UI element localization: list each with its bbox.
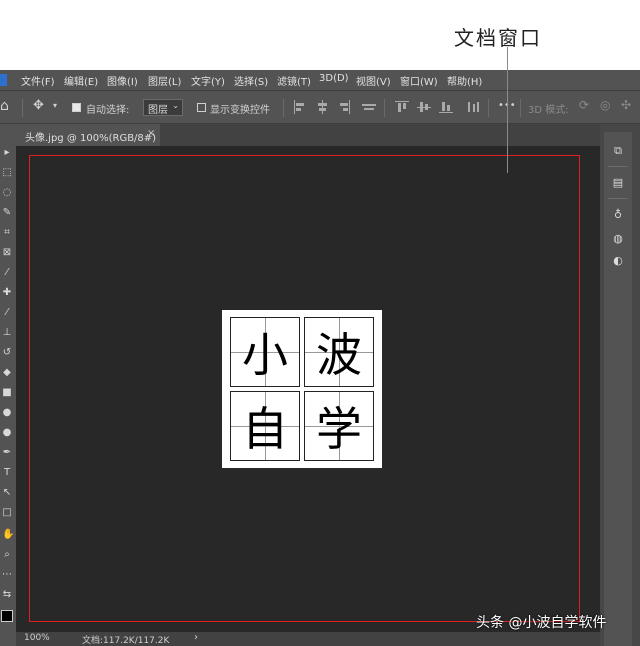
menu-edit[interactable]: 编辑(E) <box>64 73 98 88</box>
mode-3d-label: 3D 模式: <box>528 105 569 116</box>
document-tab-label: 头像.jpg @ 100%(RGB/8#) <box>25 133 157 144</box>
document-tab-bar: 头像.jpg @ 100%(RGB/8#) × <box>16 124 600 146</box>
move-tool-icon[interactable]: ✥ <box>33 98 44 113</box>
character: 波 <box>316 328 362 382</box>
document-window[interactable]: 小 波 自 学 <box>16 146 600 632</box>
close-icon[interactable]: × <box>147 128 155 139</box>
type-tool-icon[interactable]: T <box>2 468 12 478</box>
orbit-3d-icon[interactable]: ⟳ <box>579 98 589 112</box>
more-tools-icon[interactable]: ⋯ <box>2 570 12 580</box>
character-cell: 小 <box>230 317 300 387</box>
menu-view[interactable]: 视图(V) <box>356 73 391 88</box>
rectangle-tool-icon[interactable]: □ <box>2 508 12 518</box>
menu-3d[interactable]: 3D(D) <box>319 73 349 84</box>
eyedropper-tool-icon[interactable]: ⁄ <box>2 268 12 278</box>
frame-tool-icon[interactable]: ⊠ <box>2 248 12 258</box>
auto-select-checkbox[interactable] <box>72 103 81 112</box>
divider <box>520 99 521 117</box>
menu-filter[interactable]: 滤镜(T) <box>277 73 311 88</box>
libraries-panel-icon[interactable]: ◍ <box>610 232 626 246</box>
align-left-icon[interactable] <box>293 100 307 114</box>
gradient-tool-icon[interactable]: ■ <box>2 388 12 398</box>
watermark: 头条 @小波自学软件 <box>476 615 607 631</box>
annotation-leader-line <box>507 47 508 173</box>
character: 自 <box>242 402 288 456</box>
lasso-tool-icon[interactable]: ◌ <box>2 188 12 198</box>
hand-tool-icon[interactable]: ✋ <box>2 530 14 540</box>
annotation-label: 文档窗口 <box>454 26 542 50</box>
adjustments-panel-icon[interactable]: ◐ <box>610 254 626 268</box>
tools-panel: ▸ ⬚ ◌ ✎ ⌗ ⊠ ⁄ ✚ ⁄ ⊥ ↺ ◆ ■ ● ● ✒ T ↖ □ ✋ … <box>0 146 16 646</box>
menu-bar: 文件(F) 编辑(E) 图像(I) 图层(L) 文字(Y) 选择(S) 滤镜(T… <box>0 70 640 90</box>
distribute-vertical-icon[interactable] <box>466 100 480 114</box>
swap-colors-icon[interactable]: ⇆ <box>2 590 12 600</box>
dodge-tool-icon[interactable]: ● <box>2 428 12 438</box>
auto-select-label: 自动选择: <box>86 105 130 116</box>
menu-file[interactable]: 文件(F) <box>21 73 55 88</box>
right-panel-dock: ⧉ ▤ ♁ ◍ ◐ <box>600 124 640 646</box>
eraser-tool-icon[interactable]: ◆ <box>2 368 12 378</box>
pen-tool-icon[interactable]: ✒ <box>2 448 12 458</box>
options-bar: ⌂ ✥ ▾ 自动选择: 图层 ⌄ 显示变换控件 ••• 3D 模式: ⟳ ◎ ✣ <box>0 90 640 124</box>
quick-select-tool-icon[interactable]: ✎ <box>2 208 12 218</box>
align-top-icon[interactable] <box>395 100 409 114</box>
zoom-tool-icon[interactable]: ⌕ <box>2 550 12 560</box>
divider <box>608 198 628 199</box>
properties-panel-icon[interactable]: ▤ <box>610 176 626 190</box>
foreground-color-swatch[interactable] <box>1 610 13 622</box>
character-cell: 波 <box>304 317 374 387</box>
menu-select[interactable]: 选择(S) <box>234 73 268 88</box>
divider <box>488 99 489 117</box>
zoom-level[interactable]: 100% <box>24 633 50 643</box>
character-cell: 自 <box>230 391 300 461</box>
align-center-h-icon[interactable] <box>315 100 329 114</box>
status-bar: 100% 文档:117.2K/117.2K › <box>16 632 600 646</box>
learn-panel-icon[interactable]: ♁ <box>610 208 626 222</box>
align-bottom-icon[interactable] <box>439 100 453 114</box>
brush-tool-icon[interactable]: ⁄ <box>2 308 12 318</box>
clone-stamp-tool-icon[interactable]: ⊥ <box>2 328 12 338</box>
auto-select-target-value: 图层 <box>148 105 168 116</box>
move-tool-icon[interactable]: ▸ <box>2 148 12 158</box>
align-right-icon[interactable] <box>337 100 351 114</box>
chevron-down-icon: ⌄ <box>172 101 179 110</box>
menu-layer[interactable]: 图层(L) <box>148 73 181 88</box>
chevron-down-icon[interactable]: ▾ <box>53 101 57 110</box>
roll-3d-icon[interactable]: ◎ <box>600 98 610 112</box>
path-select-tool-icon[interactable]: ↖ <box>2 488 12 498</box>
history-brush-tool-icon[interactable]: ↺ <box>2 348 12 358</box>
crop-tool-icon[interactable]: ⌗ <box>2 228 12 238</box>
auto-select-target-dropdown[interactable]: 图层 ⌄ <box>143 99 183 116</box>
character: 小 <box>242 328 288 382</box>
menu-help[interactable]: 帮助(H) <box>447 73 482 88</box>
menu-image[interactable]: 图像(I) <box>107 73 138 88</box>
home-icon[interactable]: ⌂ <box>0 98 9 114</box>
status-menu-arrow[interactable]: › <box>194 632 198 643</box>
show-transform-label: 显示变换控件 <box>210 105 270 116</box>
blur-tool-icon[interactable]: ● <box>2 408 12 418</box>
character-cell: 学 <box>304 391 374 461</box>
history-panel-icon[interactable]: ⧉ <box>610 144 626 158</box>
healing-brush-tool-icon[interactable]: ✚ <box>2 288 12 298</box>
marquee-tool-icon[interactable]: ⬚ <box>2 168 12 178</box>
divider <box>608 166 628 167</box>
divider <box>283 99 284 117</box>
document-size: 文档:117.2K/117.2K <box>82 636 170 646</box>
character: 学 <box>316 402 362 456</box>
menu-type[interactable]: 文字(Y) <box>191 73 225 88</box>
menu-window[interactable]: 窗口(W) <box>400 73 438 88</box>
photoshop-window: 文件(F) 编辑(E) 图像(I) 图层(L) 文字(Y) 选择(S) 滤镜(T… <box>0 70 640 646</box>
ps-logo-icon[interactable] <box>0 74 7 86</box>
align-middle-v-icon[interactable] <box>417 100 431 114</box>
pan-3d-icon[interactable]: ✣ <box>621 98 631 112</box>
distribute-icon[interactable] <box>362 100 376 114</box>
divider <box>22 99 23 117</box>
document-image[interactable]: 小 波 自 学 <box>222 310 382 468</box>
show-transform-checkbox[interactable] <box>197 103 206 112</box>
document-tab[interactable]: 头像.jpg @ 100%(RGB/8#) × <box>16 124 160 146</box>
divider <box>384 99 385 117</box>
